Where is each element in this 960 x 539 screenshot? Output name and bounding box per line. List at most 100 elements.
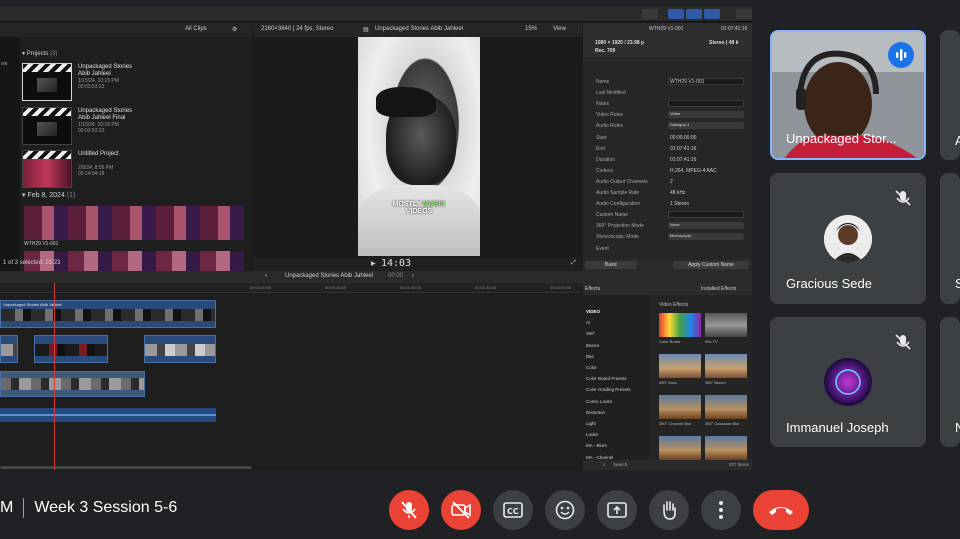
effect-label: 360° Channel Blur — [659, 421, 692, 426]
inspector-row: Custom Name — [596, 210, 746, 220]
more-vert-icon — [719, 501, 723, 519]
inspector-select[interactable]: None — [668, 222, 744, 230]
back-icon[interactable]: ‹ — [265, 273, 267, 279]
zoom-menu[interactable]: 15% — [525, 26, 537, 32]
mic-toggle-button[interactable] — [389, 490, 429, 530]
effects-category[interactable]: Blur — [586, 354, 594, 359]
view-menu[interactable]: View — [553, 26, 566, 32]
inspector-key: Audio Output Channels — [596, 178, 648, 185]
inspector-row: Event — [596, 244, 746, 254]
effects-category[interactable]: Color — [586, 365, 597, 370]
audio-track[interactable] — [0, 408, 216, 422]
effect-tile[interactable] — [705, 313, 747, 337]
fcp-timeline[interactable]: 00:00:00:00 00:00:30:00 00:01:00:00 00:0… — [0, 283, 582, 470]
captions-button[interactable]: CC — [493, 490, 533, 530]
effect-tile[interactable] — [705, 436, 747, 460]
effects-category[interactable]: Distortion — [586, 410, 605, 415]
camera-toggle-button[interactable] — [441, 490, 481, 530]
project-clip-2[interactable]: Unpackaged Stories Abib Jahleel Final 1/… — [22, 107, 252, 147]
present-button[interactable] — [597, 490, 637, 530]
participant-name: Unpackaged Stor... — [786, 131, 897, 146]
share-button[interactable] — [736, 9, 752, 19]
effect-tile[interactable] — [659, 313, 701, 337]
inspector-select[interactable]: Dialogue-1 — [668, 122, 744, 130]
apply-custom-name-button[interactable]: Apply Custom Name — [673, 261, 749, 269]
participant-tile-3[interactable]: Immanuel Joseph — [770, 317, 926, 447]
leave-call-button[interactable] — [753, 490, 809, 530]
basic-menu[interactable]: Basic — [585, 261, 637, 269]
inspector-key: 360° Projection Mode — [596, 223, 644, 230]
effects-category[interactable]: AI — [586, 320, 590, 325]
inspector-row: Audio Output Channels 2 — [596, 177, 746, 187]
video-effects-title: Video Effects — [659, 302, 689, 308]
filmstrip-label: WTH29 V1-001 — [24, 241, 59, 247]
effect-tile[interactable] — [659, 354, 701, 378]
participant-tile-edge-3[interactable]: N — [940, 317, 960, 447]
toolbar-button-3[interactable] — [686, 9, 702, 19]
effects-category[interactable]: Color Board Presets — [586, 376, 627, 381]
forward-icon[interactable]: › — [412, 273, 414, 279]
effect-tile[interactable] — [705, 395, 747, 419]
inspector-row: 360° Projection Mode None — [596, 221, 746, 231]
inspector-value: 48 kHz — [670, 190, 686, 196]
date-group-header[interactable]: ▾ Feb 8, 2024 (1) — [22, 191, 75, 199]
effects-search[interactable]: Search — [613, 462, 627, 467]
installed-effects-menu[interactable]: Installed Effects — [701, 286, 736, 292]
inspector-key: Last Modified — [596, 90, 626, 97]
participant-tile-edge-1[interactable]: A — [940, 30, 960, 160]
effect-label: 360° Bloom — [705, 380, 726, 385]
avatar — [824, 215, 872, 263]
effects-category[interactable]: Looks — [586, 432, 598, 437]
participant-tile-edge-2[interactable]: S — [940, 173, 960, 304]
inspector-field[interactable] — [668, 100, 744, 108]
clip-filter[interactable]: All Clips — [185, 26, 207, 32]
toolbar-button-2[interactable] — [668, 9, 684, 19]
effects-category[interactable]: 360° — [586, 331, 595, 336]
inspector-select[interactable]: Monoscopic — [668, 233, 744, 241]
effect-tile[interactable] — [659, 436, 701, 460]
clapper-small-icon: ▤ — [363, 27, 369, 33]
playhead[interactable] — [54, 283, 55, 470]
filmstrip[interactable] — [24, 206, 244, 240]
raise-hand-button[interactable] — [649, 490, 689, 530]
video-clip[interactable] — [34, 335, 108, 363]
fcp-browser: All Clips ⚙ ow ▾ Projects (3) Unpackaged… — [0, 23, 252, 271]
video-track-1[interactable]: Unpackaged Stories Abib Jahleel — [0, 300, 216, 328]
fullscreen-icon[interactable]: ⤢ — [571, 260, 576, 267]
effects-category[interactable]: Basics — [586, 343, 599, 348]
effects-category[interactable]: Color Grading Presets — [586, 387, 631, 392]
more-options-button[interactable] — [701, 490, 741, 530]
inspector-field[interactable] — [668, 211, 744, 219]
mic-off-icon — [401, 501, 417, 519]
emoji-button[interactable] — [545, 490, 585, 530]
participant-tile-1[interactable]: Unpackaged Stor... — [770, 30, 926, 160]
timeline-scrollbar[interactable] — [0, 466, 252, 469]
effects-category[interactable]: MA - Blurs — [586, 443, 607, 448]
browser-header: All Clips ⚙ — [0, 23, 252, 37]
svg-text:CC: CC — [507, 507, 519, 516]
project-clip-1[interactable]: Unpackaged Stories Abib Jahleel 1/15/24,… — [22, 63, 252, 103]
effect-tile[interactable] — [705, 354, 747, 378]
toolbar-button-4[interactable] — [704, 9, 720, 19]
projects-header[interactable]: ▾ Projects (3) — [22, 50, 57, 57]
participant-tile-2[interactable]: Gracious Sede — [770, 173, 926, 304]
play-icon[interactable]: ▶ — [371, 260, 376, 267]
search-icon: ⌕ — [603, 462, 606, 467]
gear-icon[interactable]: ⚙ — [232, 26, 237, 33]
effects-category[interactable]: MA - Channel — [586, 455, 613, 460]
inspector-select[interactable]: Video — [668, 111, 744, 119]
video-clip[interactable] — [144, 335, 216, 363]
effects-category[interactable]: VIDEO — [586, 309, 600, 314]
inspector-value: 00:00:00:00 — [670, 134, 697, 141]
project-clip-3[interactable]: Untitled Project 2/8/24, 8:56 PM 00:14:0… — [22, 150, 252, 190]
effects-category[interactable]: Light — [586, 421, 596, 426]
toolbar-button-1[interactable] — [642, 9, 658, 19]
video-track-2[interactable] — [0, 371, 145, 397]
speaking-indicator-icon — [888, 42, 914, 68]
inspector-value: H.264, MPEG-4 AAC — [670, 167, 717, 174]
effects-category[interactable]: Comic Looks — [586, 399, 612, 404]
inspector-row: Duration 01:07:41:16 — [596, 155, 746, 165]
effects-grid: Video Effects Color Board 50s TV 360° Au… — [653, 295, 752, 460]
effect-tile[interactable] — [659, 395, 701, 419]
video-clip[interactable] — [0, 335, 18, 363]
